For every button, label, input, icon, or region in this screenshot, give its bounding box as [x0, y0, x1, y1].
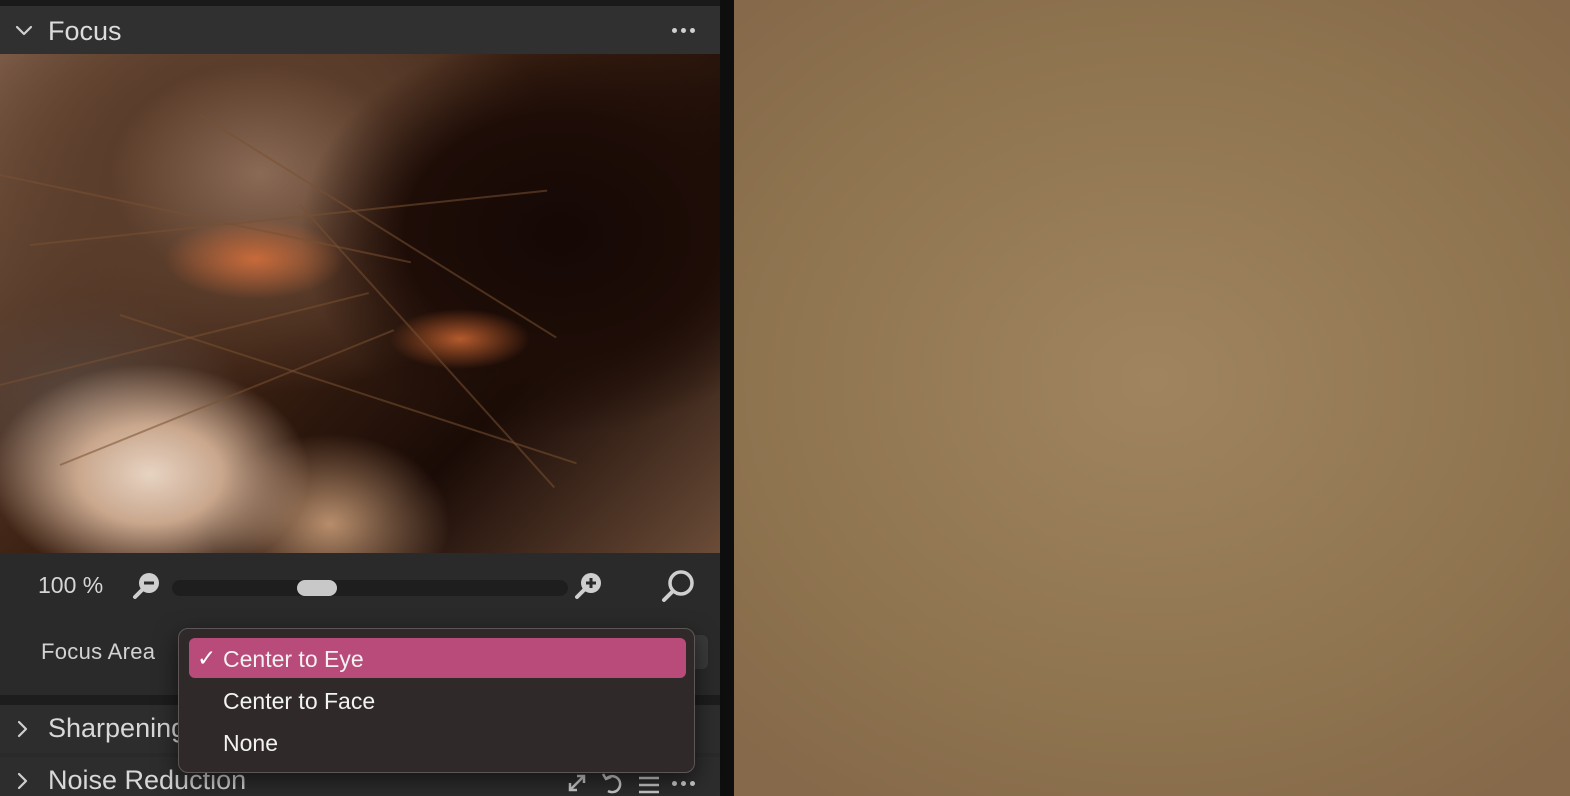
focus-area-dropdown-menu: ✓ Center to Eye Center to Face None — [178, 628, 695, 773]
chevron-right-icon[interactable] — [12, 771, 32, 791]
zoom-slider-thumb[interactable] — [296, 580, 337, 596]
more-icon[interactable] — [672, 781, 695, 786]
menu-item-none[interactable]: None — [189, 722, 686, 762]
more-icon[interactable] — [672, 28, 695, 33]
panel-divider[interactable] — [720, 0, 734, 796]
sharpening-tool-title: Sharpening — [48, 713, 187, 743]
image-viewer[interactable] — [734, 0, 1570, 796]
focus-area-label: Focus Area — [41, 639, 156, 664]
checkmark-icon: ✓ — [197, 645, 217, 671]
menu-item-label: Center to Eye — [223, 646, 364, 672]
reset-icon[interactable] — [600, 771, 624, 795]
menu-item-center-to-face[interactable]: Center to Face — [189, 680, 686, 720]
menu-item-center-to-eye[interactable]: ✓ Center to Eye — [189, 638, 686, 678]
chevron-down-icon[interactable] — [14, 20, 34, 40]
menu-item-label: None — [223, 730, 278, 756]
zoom-out-icon[interactable] — [132, 570, 164, 602]
focus-tool-header[interactable]: Focus — [0, 6, 720, 54]
zoom-in-icon[interactable] — [574, 570, 606, 602]
focus-tool-title: Focus — [48, 16, 122, 46]
zoom-slider-track[interactable] — [172, 580, 568, 596]
zoom-percentage: 100 % — [38, 572, 104, 598]
zoom-controls: 100 % — [0, 553, 720, 623]
loupe-icon[interactable] — [660, 567, 698, 605]
menu-item-label: Center to Face — [223, 688, 376, 714]
presets-list-icon[interactable] — [637, 774, 661, 796]
expand-icon[interactable] — [566, 772, 588, 794]
chevron-right-icon[interactable] — [12, 719, 32, 739]
focus-preview-image[interactable] — [0, 54, 720, 553]
